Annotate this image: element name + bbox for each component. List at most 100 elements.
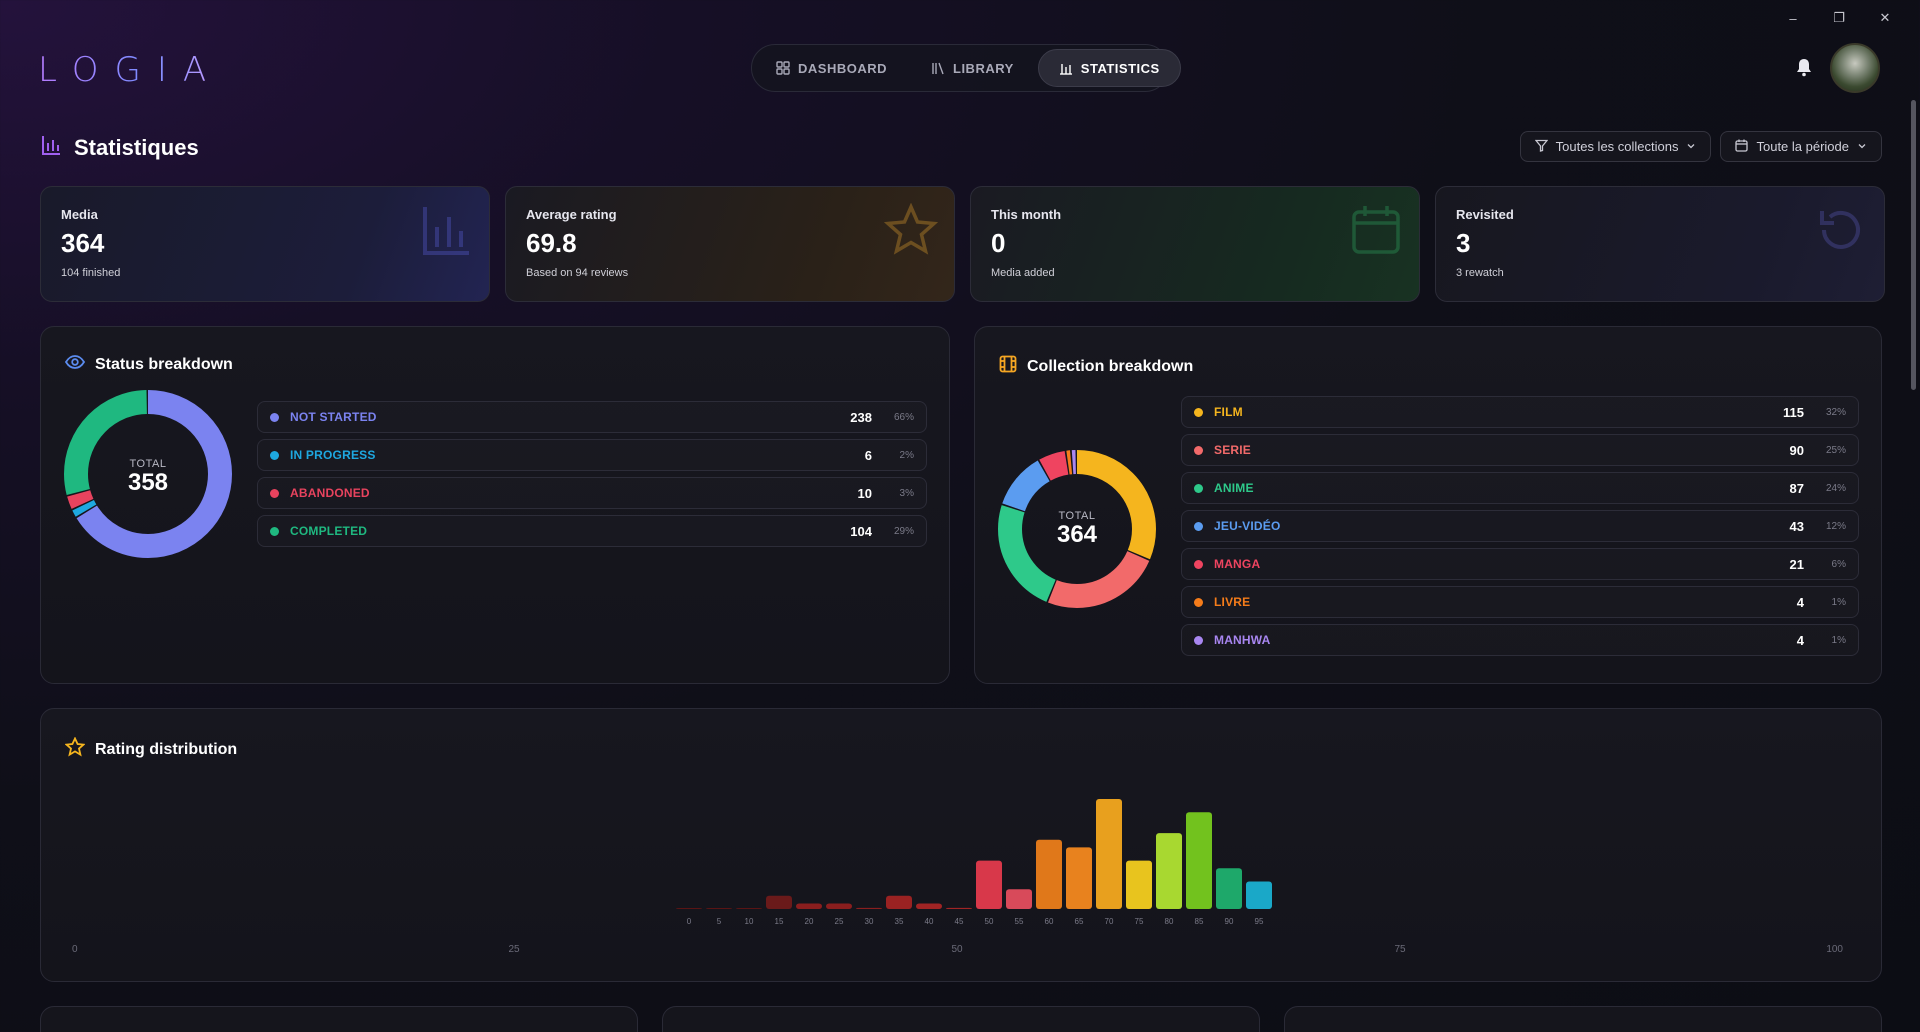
collection-filter[interactable]: Toutes les collections (1519, 131, 1712, 162)
rating-bar-90[interactable] (1216, 868, 1242, 909)
chevron-down-icon (1686, 139, 1696, 154)
rating-axis-label: 50 (951, 944, 963, 955)
legend-pct: 24% (1825, 482, 1846, 494)
legend-count: 6 (864, 447, 872, 463)
collection-breakdown-panel: Collection breakdown TOTAL 364 FILM 115 32… (974, 326, 1882, 684)
bottom-panel-1 (40, 1006, 638, 1032)
close-button[interactable]: ✕ (1862, 8, 1908, 28)
window-controls: – ❐ ✕ (1770, 8, 1908, 28)
legend-pct: 3% (899, 487, 914, 499)
legend-row[interactable]: IN PROGRESS 6 2% (257, 439, 927, 471)
legend-dot (1194, 445, 1203, 455)
rating-axis-label: 75 (1394, 944, 1406, 955)
rating-bar-85[interactable] (1186, 812, 1212, 909)
rating-bar-95[interactable] (1246, 881, 1272, 910)
rating-bar-30[interactable] (856, 907, 882, 909)
stat-label: Media (61, 207, 98, 222)
rating-bar-65[interactable] (1066, 847, 1092, 909)
calendar-icon (1349, 203, 1403, 257)
legend-pct: 1% (1831, 596, 1846, 608)
filter-icon (1534, 139, 1549, 155)
legend-name: LIVRE (1214, 595, 1251, 609)
panel-title: Status breakdown (64, 355, 233, 374)
bottom-panel-2 (662, 1006, 1260, 1032)
stat-card-average-rating: Average rating 69.8 Based on 94 reviews (505, 186, 955, 302)
stat-value: 3 (1456, 228, 1471, 258)
legend-row[interactable]: NOT STARTED 238 66% (257, 401, 927, 433)
rating-bar-35[interactable] (886, 895, 912, 909)
legend-dot (270, 488, 279, 498)
legend-row[interactable]: COMPLETED 104 29% (257, 515, 927, 547)
restore-button[interactable]: ❐ (1816, 8, 1862, 28)
legend-name: FILM (1214, 405, 1243, 419)
legend-row[interactable]: LIVRE 4 1% (1181, 586, 1859, 618)
stat-label: This month (991, 207, 1062, 222)
status-breakdown-title: Status breakdown (95, 355, 233, 373)
rating-bar-75[interactable] (1126, 860, 1152, 909)
legend-row[interactable]: SERIE 90 25% (1181, 434, 1859, 466)
legend-dot (1194, 483, 1203, 493)
app-logo[interactable]: LOGIA (38, 50, 222, 90)
rating-bar-10[interactable] (736, 908, 762, 909)
legend-dot (1194, 407, 1203, 417)
legend-count: 43 (1789, 518, 1804, 534)
period-filter[interactable]: Toute la période (1720, 131, 1882, 162)
legend-row[interactable]: FILM 115 32% (1181, 396, 1859, 428)
rating-bar-45[interactable] (946, 907, 972, 909)
legend-dot (1194, 635, 1203, 645)
minimize-button[interactable]: – (1770, 8, 1816, 28)
legend-name: JEU-VIDÉO (1214, 519, 1281, 533)
legend-count: 4 (1796, 632, 1804, 648)
legend-row[interactable]: JEU-VIDÉO 43 12% (1181, 510, 1859, 542)
film-icon (999, 355, 1017, 378)
rating-bar-5[interactable] (706, 908, 732, 909)
rating-bar-60[interactable] (1036, 839, 1062, 909)
scrollbar[interactable] (1911, 100, 1916, 390)
rating-bar-80[interactable] (1156, 833, 1182, 909)
rating-bar-20[interactable] (796, 903, 822, 910)
rating-axis-label: 25 (508, 944, 520, 955)
tab-dashboard-label: DASHBOARD (798, 60, 887, 76)
legend-pct: 12% (1825, 520, 1846, 532)
collection-total: TOTAL 364 (1037, 510, 1117, 548)
legend-row[interactable]: ABANDONED 10 3% (257, 477, 927, 509)
rating-tick-label: 40 (925, 917, 934, 926)
legend-count: 90 (1789, 442, 1804, 458)
filters: Toutes les collections Toute la période (1519, 131, 1882, 162)
stat-value: 364 (61, 228, 105, 258)
legend-row[interactable]: MANHWA 4 1% (1181, 624, 1859, 656)
avatar[interactable] (1830, 43, 1880, 93)
rating-bar-40[interactable] (916, 903, 942, 910)
main-nav: DASHBOARD LIBRARY STATISTICS (751, 44, 1181, 92)
rating-tick-label: 80 (1165, 917, 1174, 926)
stat-value: 0 (991, 228, 1006, 258)
legend-pct: 1% (1831, 634, 1846, 646)
rating-bar-70[interactable] (1096, 799, 1122, 909)
rating-bar-55[interactable] (1006, 889, 1032, 909)
tab-library-label: LIBRARY (953, 60, 1014, 76)
legend-dot (1194, 521, 1203, 531)
rating-bar-50[interactable] (976, 860, 1002, 909)
legend-row[interactable]: MANGA 21 6% (1181, 548, 1859, 580)
legend-count: 21 (1789, 556, 1804, 572)
legend-pct: 66% (893, 411, 914, 423)
legend-name: ANIME (1214, 481, 1254, 495)
legend-row[interactable]: ANIME 87 24% (1181, 472, 1859, 504)
tab-dashboard[interactable]: DASHBOARD (756, 49, 907, 87)
legend-count: 238 (850, 409, 872, 425)
rating-tick-label: 10 (745, 917, 754, 926)
rating-tick-label: 35 (895, 917, 904, 926)
tab-library[interactable]: LIBRARY (911, 49, 1034, 87)
bottom-panel-3 (1284, 1006, 1882, 1032)
rating-bar-0[interactable] (676, 908, 702, 909)
bell-icon[interactable] (1794, 57, 1814, 77)
stat-sub: Based on 94 reviews (526, 267, 629, 279)
stat-card-revisited: Revisited 3 3 rewatch (1435, 186, 1885, 302)
legend-pct: 32% (1825, 406, 1846, 418)
tab-statistics[interactable]: STATISTICS (1037, 49, 1181, 87)
legend-dot (1194, 597, 1203, 607)
rating-bar-25[interactable] (826, 903, 852, 910)
stat-label: Revisited (1456, 207, 1514, 222)
rating-bar-15[interactable] (766, 895, 792, 909)
rewind-icon (1814, 203, 1868, 257)
